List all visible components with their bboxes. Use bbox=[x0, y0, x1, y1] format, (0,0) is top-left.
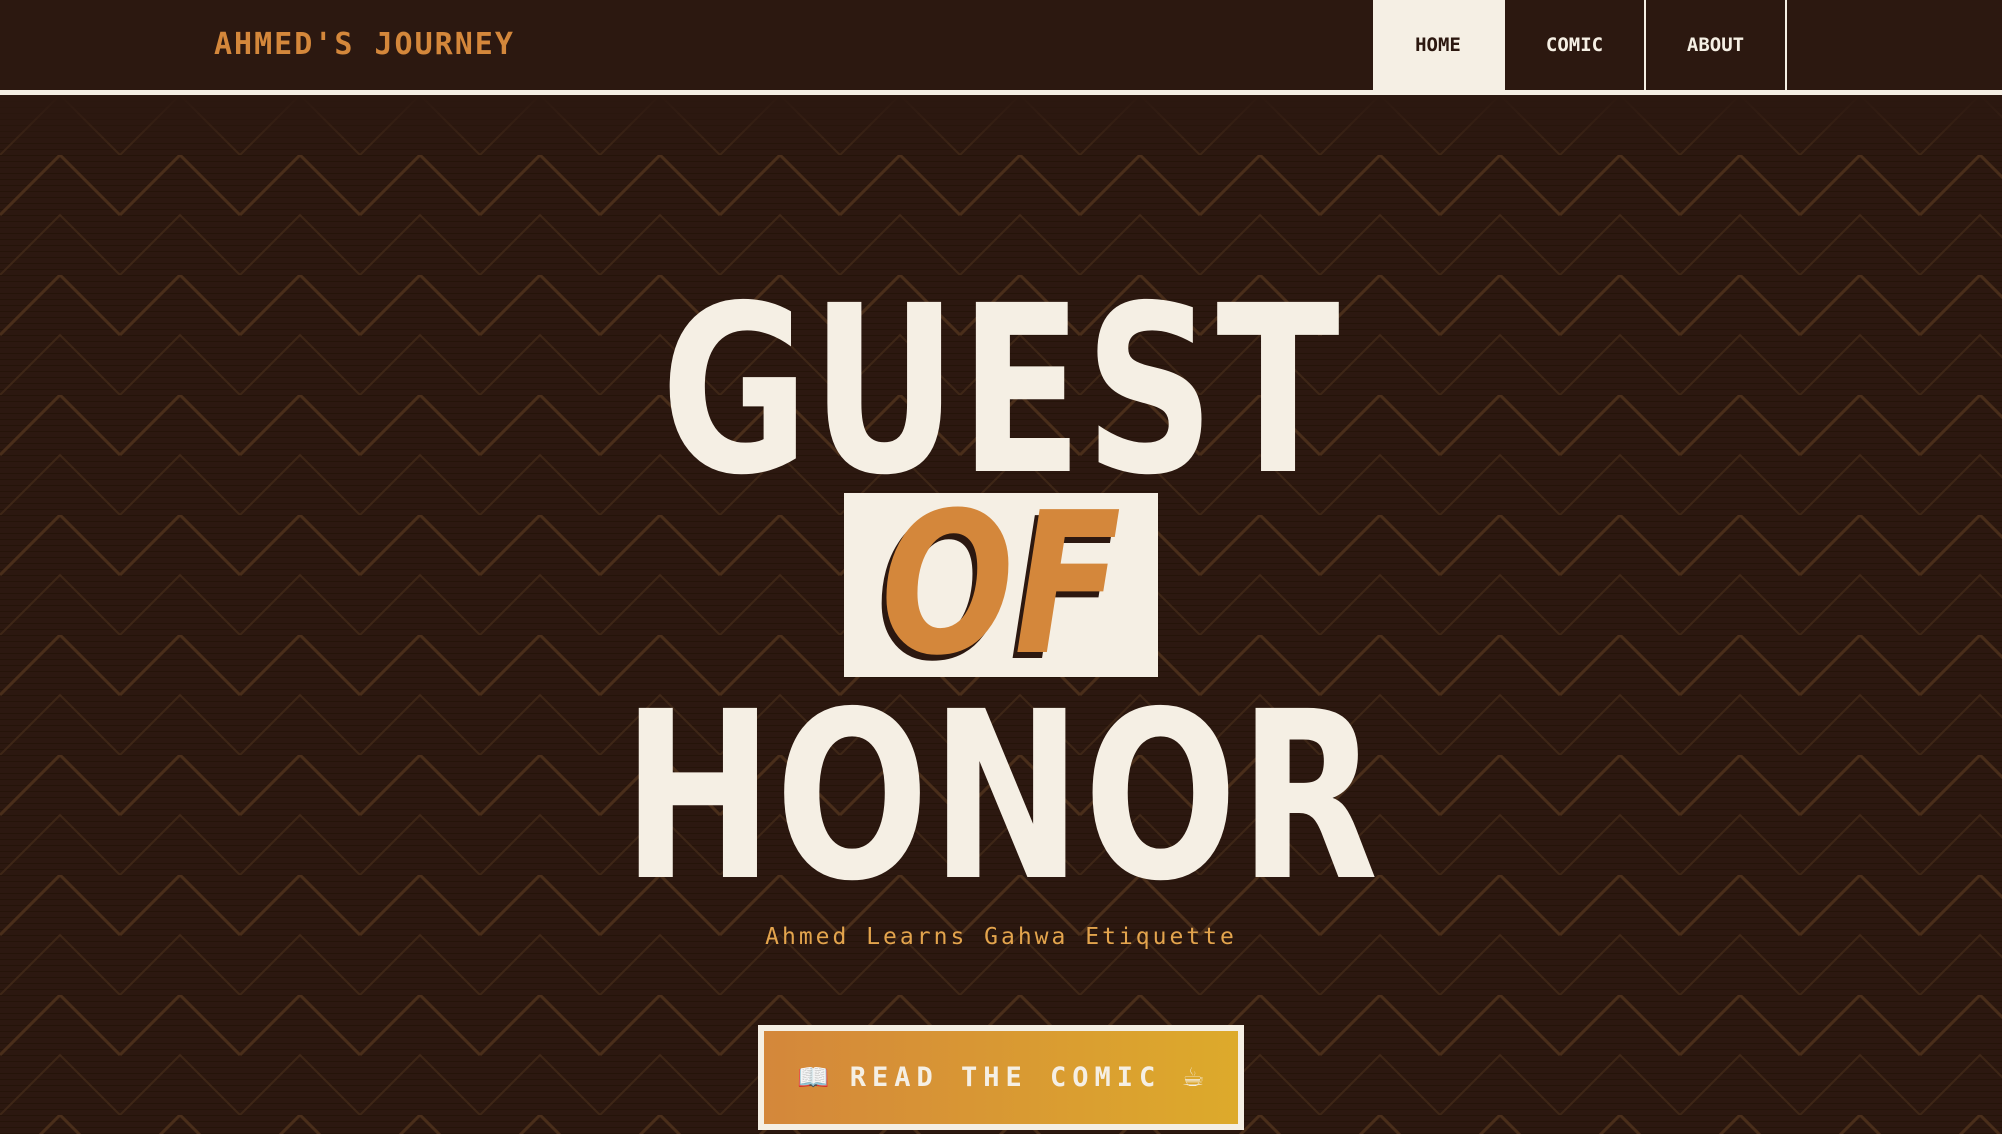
hero-section: GUEST OF HONOR Ahmed Learns Gahwa Etique… bbox=[0, 95, 2002, 1134]
brand-logo-text[interactable]: AHMED'S JOURNEY bbox=[214, 22, 515, 68]
main-nav: HOME COMIC ABOUT bbox=[1373, 0, 1787, 90]
hero-title-honor: HONOR bbox=[622, 662, 1380, 932]
coffee-cup-icon: ☕ bbox=[1181, 1062, 1205, 1093]
nav-comic[interactable]: COMIC bbox=[1505, 0, 1646, 90]
hero-title-of: OF bbox=[880, 471, 1122, 699]
nav-home[interactable]: HOME bbox=[1373, 0, 1505, 90]
nav-about[interactable]: ABOUT bbox=[1646, 0, 1787, 90]
site-header: AHMED'S JOURNEY HOME COMIC ABOUT bbox=[0, 0, 2002, 95]
hero-subtitle: Ahmed Learns Gahwa Etiquette bbox=[765, 924, 1237, 950]
open-book-icon: 📖 bbox=[797, 1062, 830, 1093]
read-comic-button[interactable]: 📖 READ THE COMIC ☕ bbox=[758, 1025, 1244, 1130]
read-comic-label: READ THE COMIC bbox=[849, 1062, 1162, 1093]
hero-top-fade bbox=[0, 95, 2002, 155]
hero-title-of-highlight: OF bbox=[844, 471, 1158, 699]
